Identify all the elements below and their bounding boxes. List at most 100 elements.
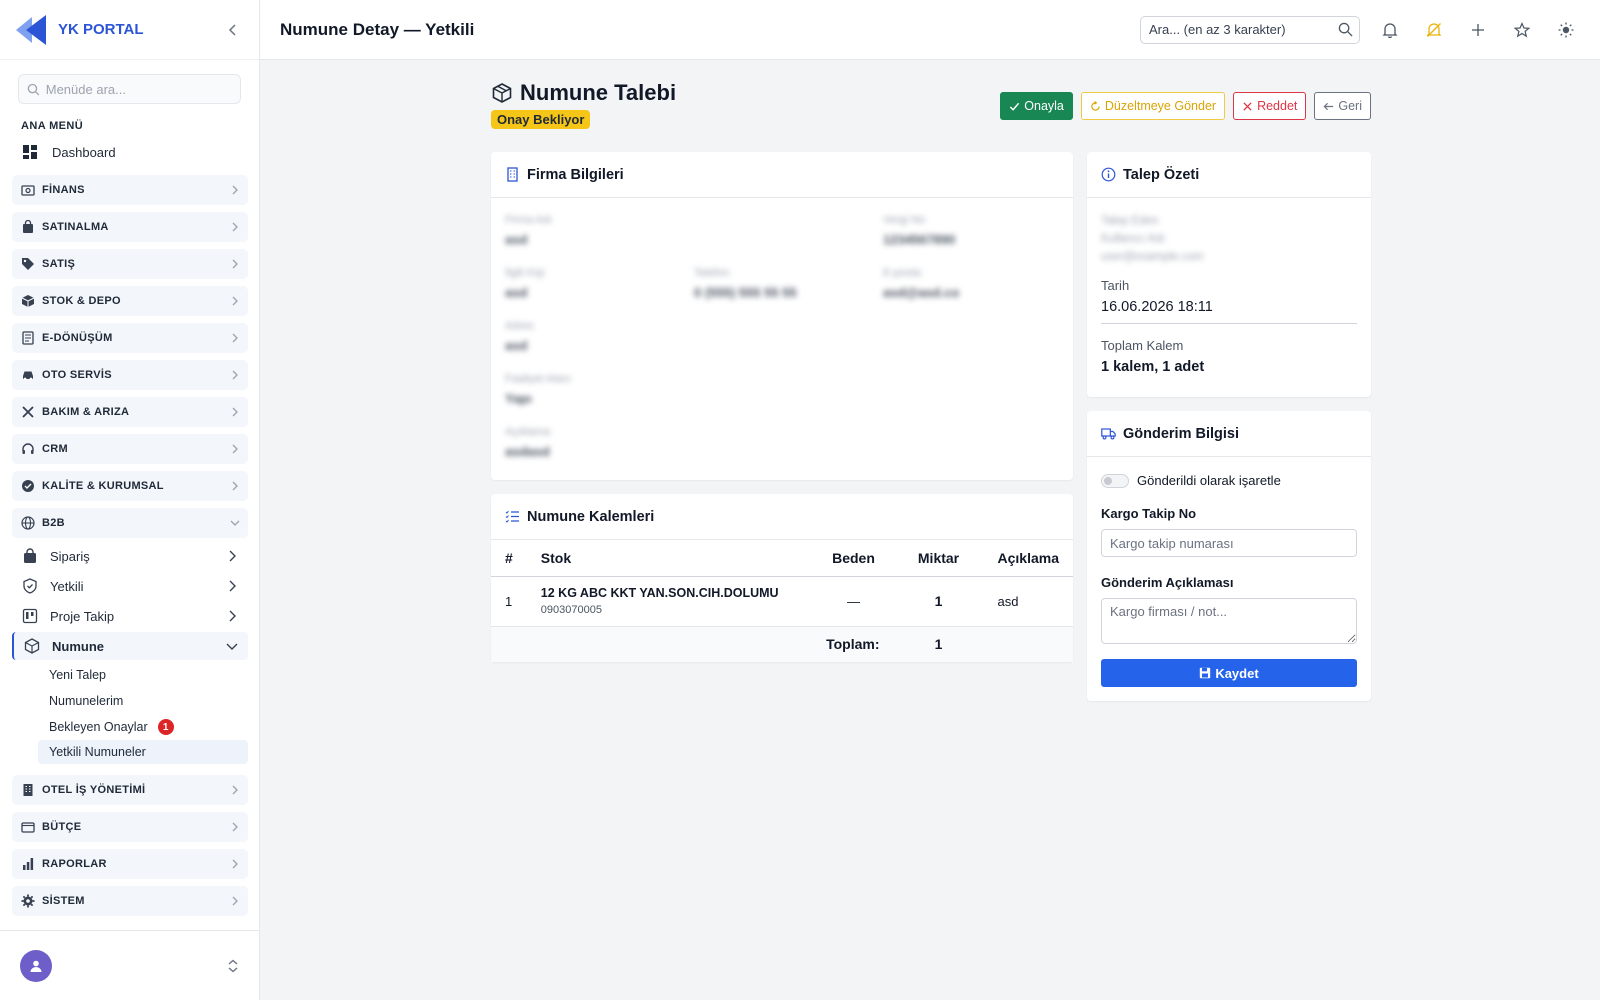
nav-group-butce[interactable]: BÜTÇE	[12, 812, 248, 842]
shipping-body: Gönderildi olarak işaretle Kargo Takip N…	[1087, 457, 1371, 701]
avatar[interactable]	[20, 949, 52, 982]
nav-group-bakim-ariza[interactable]: BAKIM & ARIZA	[12, 397, 248, 427]
nav-group-satis[interactable]: SATIŞ	[12, 249, 248, 279]
company-field: İlgili Kişi asd	[505, 267, 545, 300]
chevron-down-icon	[230, 520, 240, 526]
chevron-right-icon	[232, 896, 238, 906]
building-icon	[23, 784, 33, 796]
nav-sub-yetkili[interactable]: Yetkili	[12, 572, 248, 600]
company-field: Faaliyet Alanı Yapı	[505, 373, 572, 406]
nav-sub-proje-takip[interactable]: Proje Takip	[12, 602, 248, 630]
requester-blurred: Talep Eden Kullanıcı Adı user@example.co…	[1101, 215, 1204, 263]
shipped-toggle[interactable]	[1101, 473, 1129, 488]
page-header: Numune Talebi Onay Bekliyor Onayla Düzel…	[491, 80, 1371, 150]
nav-group-e-donusum[interactable]: E-DÖNÜŞÜM	[12, 323, 248, 353]
nav-group-satinalma[interactable]: SATINALMA	[12, 212, 248, 242]
nav-sub-label: Sipariş	[50, 548, 90, 564]
chevron-updown-icon[interactable]	[227, 959, 239, 973]
shield-icon	[23, 578, 37, 594]
items-label: Toplam Kalem	[1101, 338, 1184, 353]
shopping-bag-icon	[23, 220, 33, 233]
search-icon[interactable]	[1338, 22, 1353, 37]
nav-group-kalite-kurumsal[interactable]: KALİTE & KURUMSAL	[12, 471, 248, 501]
nav-leaf-numunelerim[interactable]: Numunelerim	[38, 689, 248, 713]
nav-group-label: OTO SERVİS	[42, 369, 112, 381]
nav-group-b2b[interactable]: B2B	[12, 508, 248, 538]
nav-group-finans[interactable]: FİNANS	[12, 175, 248, 205]
nav-group-label: FİNANS	[42, 184, 85, 196]
shipping-title: Gönderim Bilgisi	[1123, 425, 1240, 442]
chevron-right-icon	[232, 185, 238, 195]
col-no: #	[491, 540, 527, 577]
info-icon	[1101, 167, 1116, 182]
global-search-input[interactable]	[1149, 22, 1329, 37]
left-column: Firma Bilgileri Firma Adı asd Vergi No 123…	[491, 152, 1073, 715]
row-desc: asd	[983, 576, 1073, 627]
global-search	[1140, 15, 1360, 44]
user-icon	[30, 960, 42, 972]
gear-icon	[21, 894, 35, 908]
headset-icon	[22, 443, 34, 454]
shipped-toggle-row: Gönderildi olarak işaretle	[1101, 473, 1357, 488]
chevron-right-icon	[232, 859, 238, 869]
nav-leaf-bekleyen-onaylar[interactable]: Bekleyen Onaylar 1	[38, 715, 248, 739]
mute-notifications-button[interactable]	[1420, 16, 1448, 44]
nav-group-raporlar[interactable]: RAPORLAR	[12, 849, 248, 879]
nav-sub-label: Proje Takip	[50, 608, 115, 624]
globe-icon	[21, 516, 35, 530]
nav-leaf-label: Numunelerim	[49, 694, 124, 708]
items-value: 1 kalem, 1 adet	[1101, 359, 1205, 375]
nav-group-sistem[interactable]: SİSTEM	[12, 886, 248, 916]
currency-icon	[21, 185, 35, 196]
nav-sub-siparis[interactable]: Sipariş	[12, 542, 248, 570]
reject-button[interactable]: Reddet	[1233, 92, 1307, 120]
tools-icon	[22, 406, 34, 418]
nav-group-crm[interactable]: CRM	[12, 434, 248, 464]
car-icon	[23, 371, 33, 381]
nav-sub-label: Yetkili	[50, 578, 84, 594]
sidebar-collapse-button[interactable]	[221, 18, 245, 42]
theme-toggle-button[interactable]	[1552, 16, 1580, 44]
bar-chart-icon	[23, 858, 34, 870]
close-icon	[1243, 101, 1252, 111]
chevron-right-icon	[232, 481, 238, 491]
favorites-button[interactable]	[1508, 16, 1536, 44]
nav-group-label: SATIŞ	[42, 258, 76, 270]
chevron-right-icon	[232, 333, 238, 343]
col-desc: Açıklama	[983, 540, 1073, 577]
dashboard-icon	[23, 145, 37, 159]
add-button[interactable]	[1464, 16, 1492, 44]
search-icon	[27, 83, 40, 95]
nav-group-otel-is-yonetimi[interactable]: OTEL İŞ YÖNETİMİ	[12, 775, 248, 805]
sample-items-title: Numune Kalemleri	[527, 508, 655, 525]
save-button[interactable]: Kaydet	[1101, 659, 1357, 687]
action-buttons: Onayla Düzeltmeye Gönder Reddet Geri	[1000, 92, 1371, 120]
nav-group-label: E-DÖNÜŞÜM	[42, 332, 113, 344]
back-button[interactable]: Geri	[1314, 92, 1371, 120]
box-icon	[492, 83, 512, 103]
approve-button[interactable]: Onayla	[1000, 92, 1073, 120]
row-no: 1	[491, 576, 527, 627]
nav-group-stok-depo[interactable]: STOK & DEPO	[12, 286, 248, 316]
notifications-button[interactable]	[1376, 16, 1404, 44]
document-icon	[22, 331, 34, 345]
company-info-body: Firma Adı asd Vergi No 1234567890 İlgili K…	[491, 198, 1073, 480]
nav-leaf-yeni-talep[interactable]: Yeni Talep	[38, 663, 248, 687]
nav-group-label: KALİTE & KURUMSAL	[42, 480, 164, 492]
user-bar	[0, 930, 259, 1000]
shopping-bag-icon	[24, 548, 36, 563]
nav-group-label: BAKIM & ARIZA	[42, 406, 130, 418]
nav-group-oto-servis[interactable]: OTO SERVİS	[12, 360, 248, 390]
nav-sub-numune[interactable]: Numune	[12, 632, 248, 660]
kanban-icon	[22, 608, 38, 624]
company-field: Firma Adı asd	[505, 214, 553, 247]
tracking-number-input[interactable]	[1101, 529, 1357, 557]
nav-leaf-label: Yetkili Numuneler	[49, 745, 146, 759]
send-for-revision-button[interactable]: Düzeltmeye Gönder	[1080, 92, 1226, 120]
menu-search-input[interactable]	[45, 81, 232, 97]
company-field: Telefon 0 (555) 555 55 55	[694, 267, 797, 300]
nav-leaf-yetkili-numuneler[interactable]: Yetkili Numuneler	[38, 740, 248, 764]
brand: YK PORTAL	[0, 0, 259, 60]
nav-dashboard[interactable]: Dashboard	[12, 138, 247, 166]
shipping-note-textarea[interactable]	[1101, 598, 1357, 644]
